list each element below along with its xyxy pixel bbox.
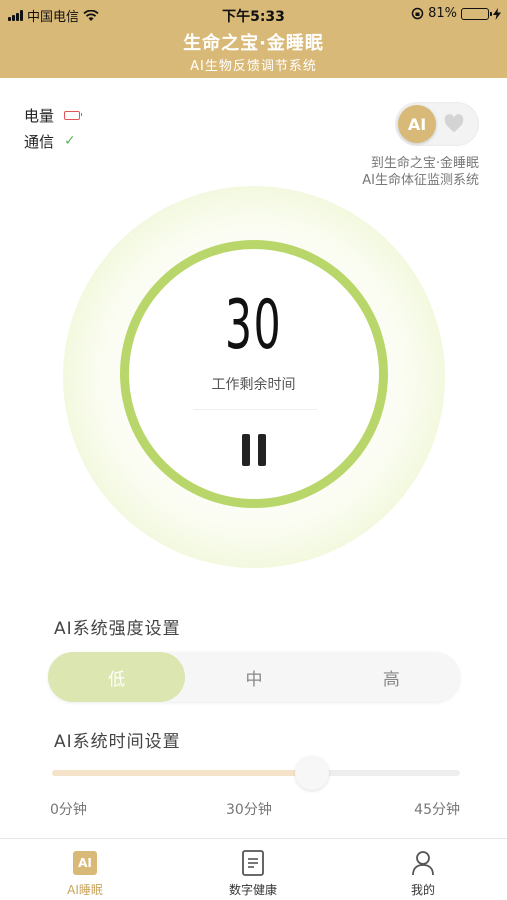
tab-label: AI睡眠 bbox=[67, 883, 103, 897]
battery-icon bbox=[461, 7, 492, 20]
slider-label-min: 0分钟 bbox=[50, 802, 87, 818]
document-icon bbox=[242, 850, 264, 876]
intensity-title: AI系统强度设置 bbox=[54, 619, 181, 639]
app-subtitle: AI生物反馈调节系统 bbox=[190, 59, 317, 74]
status-bar: 中国电信 下午5:33 81% bbox=[0, 4, 507, 25]
bottom-tabbar: AI AI睡眠 数字健康 我的 bbox=[0, 838, 507, 900]
ai-toggle-knob[interactable]: AI bbox=[398, 105, 436, 143]
intensity-option-low[interactable]: 低 bbox=[48, 652, 186, 702]
rotation-lock-icon bbox=[411, 7, 424, 20]
battery-percent: 81% bbox=[428, 6, 457, 21]
comm-status-label: 通信 bbox=[24, 132, 55, 151]
app-title: 生命之宝·金睡眠 bbox=[183, 33, 324, 54]
charging-icon bbox=[493, 7, 501, 20]
tab-profile[interactable]: 我的 bbox=[363, 849, 483, 898]
ai-mode-toggle[interactable]: AI bbox=[395, 102, 479, 146]
app-header: 中国电信 下午5:33 81% 生命之宝·金睡眠 AI生物反馈调节系统 bbox=[0, 0, 507, 78]
slider-fill bbox=[52, 770, 313, 776]
slider-label-max: 45分钟 bbox=[414, 802, 460, 818]
heart-icon[interactable] bbox=[443, 113, 465, 135]
low-battery-icon bbox=[64, 110, 83, 120]
battery-status-label: 电量 bbox=[24, 106, 55, 125]
check-icon: ✓ bbox=[64, 133, 76, 149]
ai-icon: AI bbox=[73, 851, 97, 875]
slider-label-mid: 30分钟 bbox=[226, 802, 272, 818]
tab-label: 我的 bbox=[410, 883, 435, 897]
time-setting-title: AI系统时间设置 bbox=[54, 732, 181, 752]
tab-ai-sleep[interactable]: AI AI睡眠 bbox=[25, 849, 145, 898]
tab-digital-health[interactable]: 数字健康 bbox=[193, 849, 313, 898]
tab-label: 数字健康 bbox=[228, 883, 277, 897]
user-icon bbox=[412, 851, 434, 876]
intensity-option-medium[interactable]: 中 bbox=[185, 652, 322, 702]
intensity-option-high[interactable]: 高 bbox=[323, 652, 460, 702]
ai-monitoring-note: 到生命之宝·金睡眠 AI生命体征监测系统 bbox=[362, 156, 479, 188]
dial-divider bbox=[193, 409, 317, 410]
time-slider[interactable] bbox=[52, 756, 460, 790]
intensity-selector: 低 中 高 bbox=[48, 652, 460, 702]
remaining-time-value: 30 bbox=[224, 286, 283, 365]
pause-button[interactable] bbox=[240, 434, 268, 466]
slider-thumb[interactable] bbox=[295, 756, 330, 790]
device-status: 电量 通信 ✓ bbox=[24, 102, 83, 154]
remaining-time-label: 工作剩余时间 bbox=[211, 377, 296, 393]
